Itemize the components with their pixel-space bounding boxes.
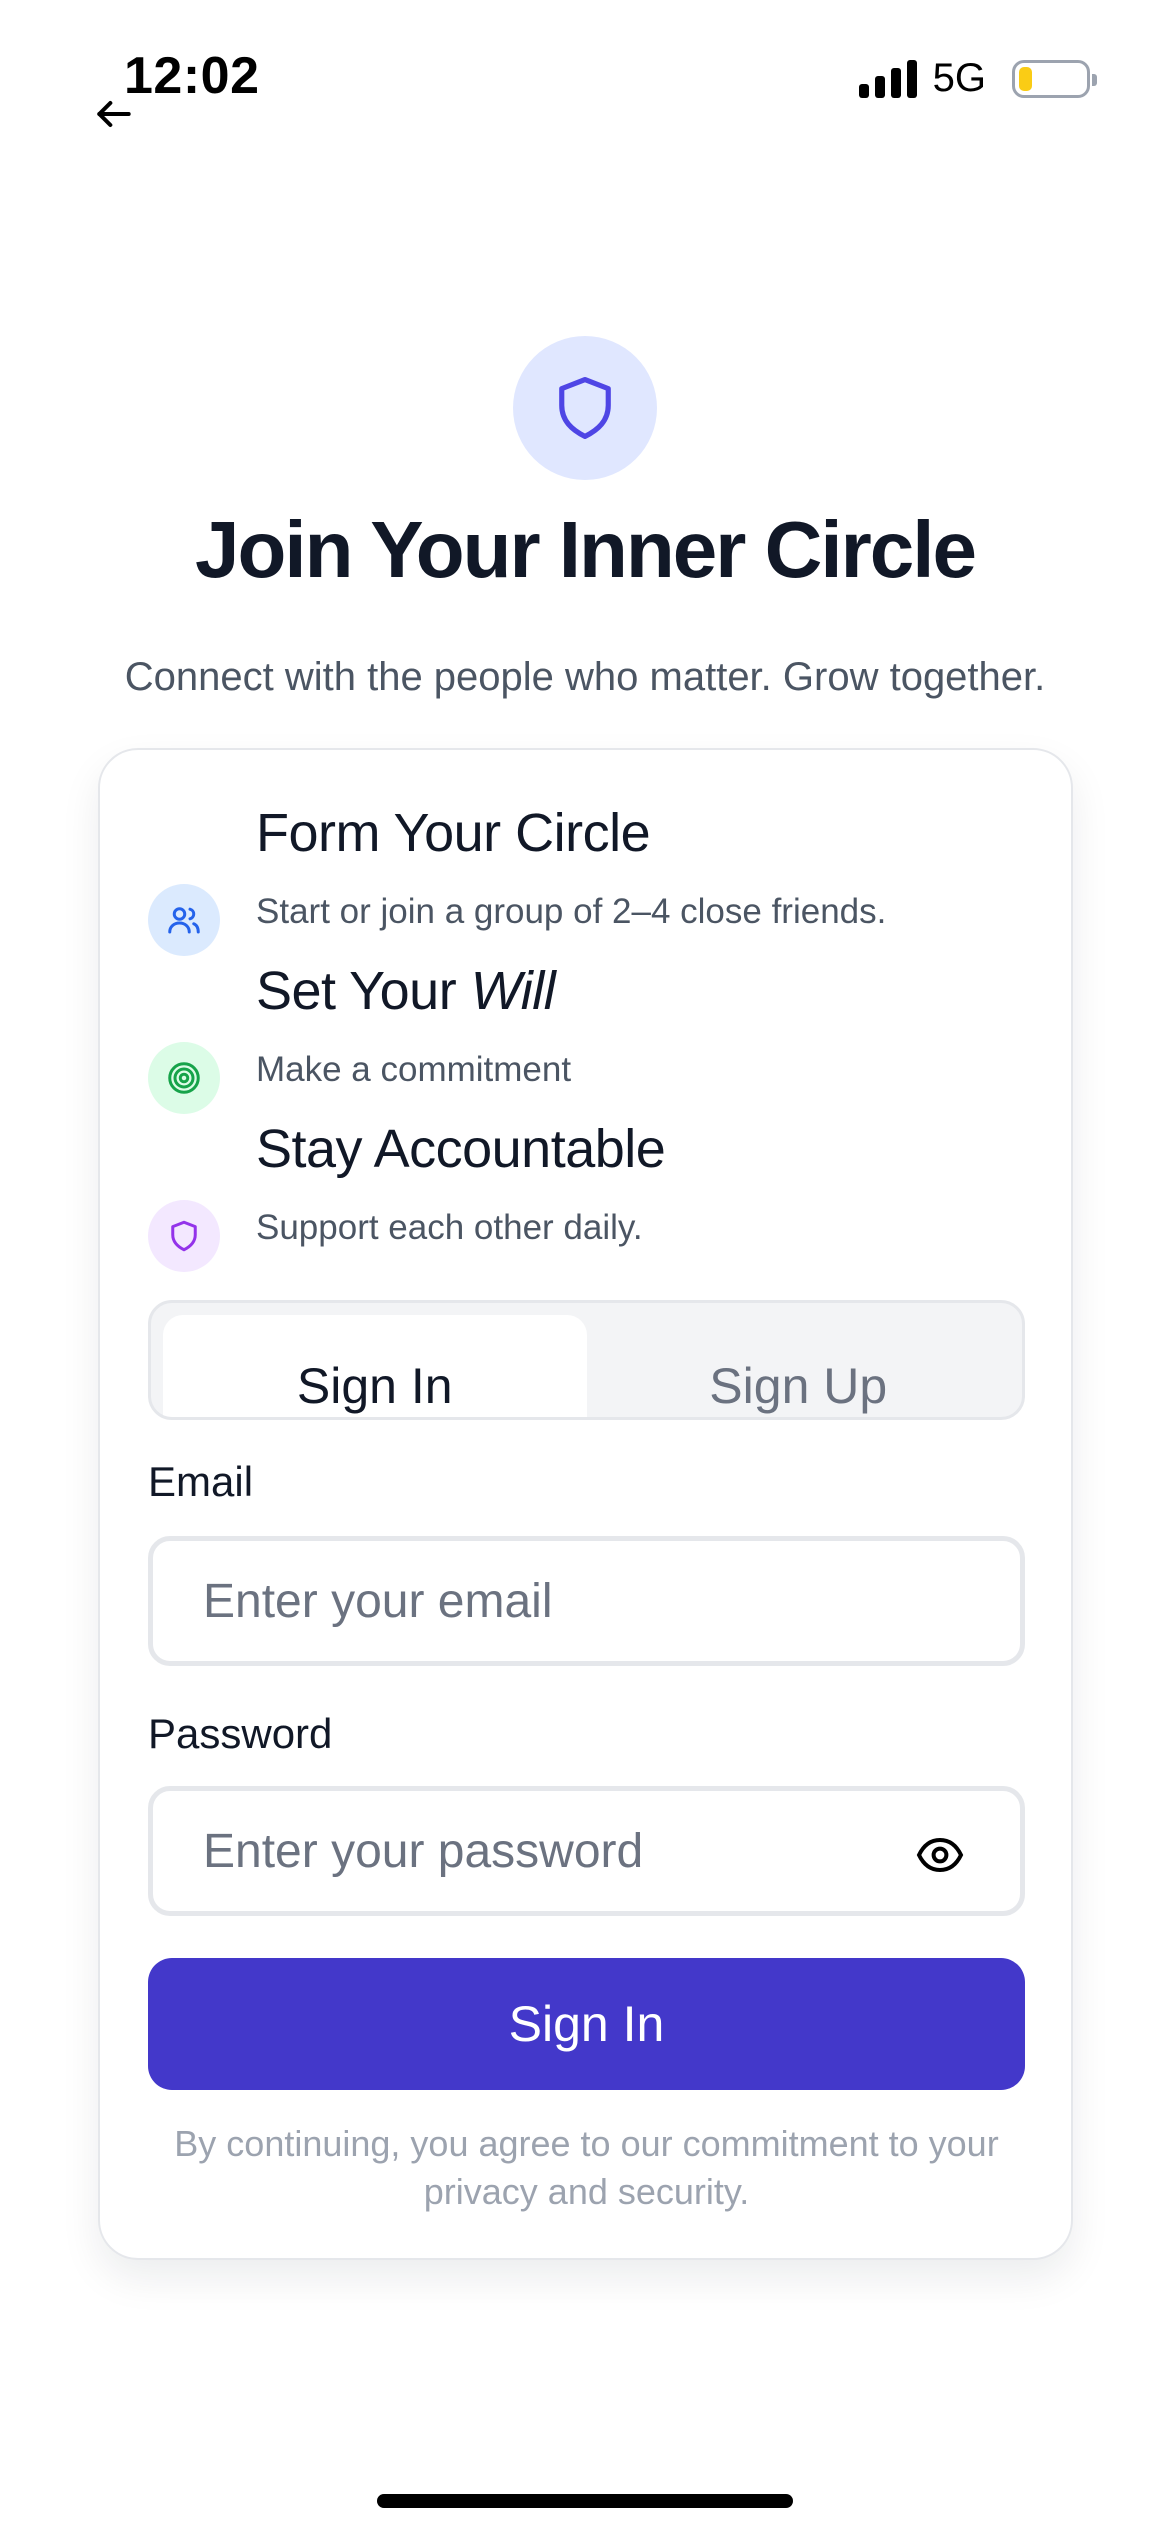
shield-icon bbox=[148, 1200, 220, 1272]
target-icon bbox=[148, 1042, 220, 1114]
shield-icon bbox=[559, 377, 611, 439]
network-type: 5G bbox=[932, 56, 986, 100]
email-label: Email bbox=[148, 1458, 254, 1505]
email-field-container bbox=[148, 1536, 1025, 1666]
eye-icon[interactable] bbox=[916, 1835, 964, 1875]
feature-description: Start or join a group of 2–4 close frien… bbox=[256, 892, 887, 931]
back-arrow-icon[interactable] bbox=[92, 92, 136, 136]
auth-card: Form Your Circle Start or join a group o… bbox=[98, 748, 1073, 2260]
signal-icon bbox=[858, 59, 917, 98]
feature-title: Stay Accountable bbox=[256, 1119, 666, 1179]
password-field-container bbox=[148, 1786, 1025, 1916]
feature-title: Form Your Circle bbox=[256, 803, 651, 863]
status-indicators: 5G bbox=[858, 56, 1097, 101]
battery-level-fill bbox=[1019, 66, 1032, 91]
page-title: Join Your Inner Circle bbox=[195, 505, 977, 594]
home-indicator[interactable] bbox=[377, 2494, 793, 2508]
email-input[interactable] bbox=[203, 1573, 970, 1629]
users-icon bbox=[148, 884, 220, 956]
password-label: Password bbox=[148, 1710, 333, 1757]
auth-tabs: Sign In Sign Up bbox=[148, 1300, 1025, 1420]
tab-sign-up[interactable]: Sign Up bbox=[587, 1315, 1011, 1417]
sign-in-screen: 12:02 5G Join Your Inner Circle Connect … bbox=[0, 0, 1170, 2532]
password-input[interactable] bbox=[203, 1823, 970, 1879]
battery-icon bbox=[1012, 59, 1097, 98]
feature-description: Support each other daily. bbox=[256, 1208, 643, 1247]
feature-title: Set Your Will bbox=[256, 961, 556, 1021]
legal-notice: By continuing, you agree to our commitme… bbox=[174, 2123, 999, 2212]
feature-description: Make a commitment bbox=[256, 1050, 572, 1089]
page-subtitle: Connect with the people who matter. Grow… bbox=[124, 655, 1046, 699]
hero-shield-badge bbox=[513, 336, 657, 480]
status-time: 12:02 bbox=[124, 47, 260, 105]
tab-sign-in[interactable]: Sign In bbox=[163, 1315, 587, 1417]
sign-in-button[interactable]: Sign In bbox=[148, 1958, 1025, 2090]
